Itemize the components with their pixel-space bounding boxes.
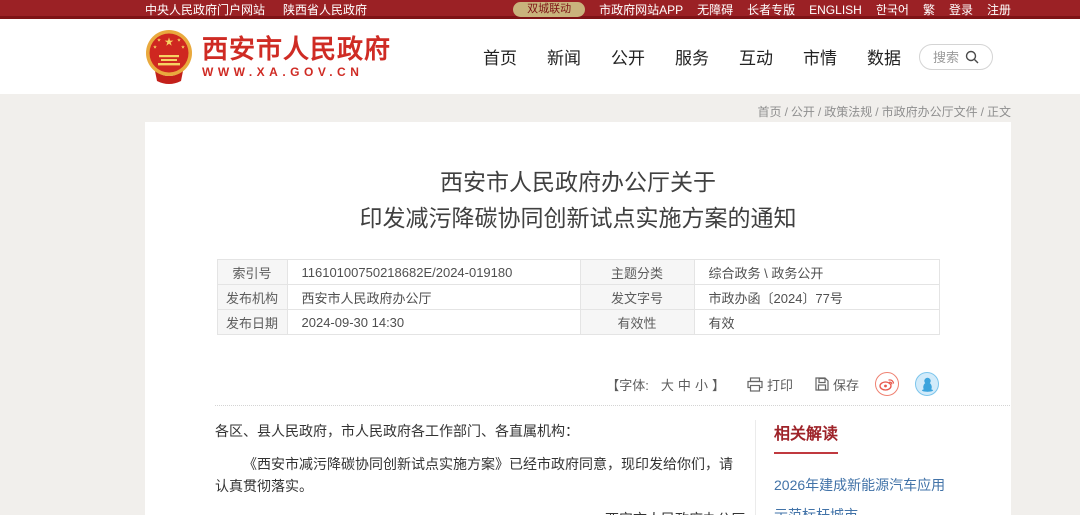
table-row: 发布机构 西安市人民政府办公厅 发文字号 市政办函〔2024〕77号 [217, 285, 939, 310]
nav-home[interactable]: 首页 [483, 44, 517, 69]
breadcrumb-separator: / [818, 105, 821, 119]
breadcrumb-separator: / [785, 105, 788, 119]
gov-app-link[interactable]: 市政府网站APP [599, 1, 683, 18]
toolbar-divider [215, 405, 1010, 406]
document-meta-table: 索引号 11610100750218682E/2024-019180 主题分类 … [217, 259, 940, 335]
meta-value-category: 综合政务 \ 政务公开 [694, 260, 939, 285]
breadcrumb-separator: / [875, 105, 878, 119]
dual-city-pill[interactable]: 双城联动 [513, 2, 585, 17]
meta-label-validity: 有效性 [580, 310, 694, 335]
search-label: 搜索 [933, 47, 959, 66]
nav-disclosure[interactable]: 公开 [611, 44, 645, 69]
share-qq-button[interactable] [915, 372, 939, 396]
related-article-link[interactable]: 2026年建成新能源汽车应用示范标杆城市 [774, 470, 956, 515]
font-size-large-button[interactable]: 大 [661, 375, 674, 394]
meta-label-issuer: 发布机构 [217, 285, 287, 310]
meta-value-issuer: 西安市人民政府办公厅 [287, 285, 580, 310]
english-link[interactable]: ENGLISH [809, 3, 862, 17]
printer-icon [747, 377, 763, 392]
meta-label-category: 主题分类 [580, 260, 694, 285]
article-card: 西安市人民政府办公厅关于 印发减污降碳协同创新试点实施方案的通知 索引号 116… [145, 122, 1011, 515]
nav-news[interactable]: 新闻 [547, 44, 581, 69]
meta-label-pub-date: 发布日期 [217, 310, 287, 335]
font-size-medium-button[interactable]: 中 [678, 375, 691, 394]
breadcrumb-current: 正文 [987, 105, 1011, 119]
site-url: WWW.XA.GOV.CN [202, 65, 391, 79]
font-size-small-button[interactable]: 小 [695, 375, 708, 394]
document-body: 各区、县人民政府，市人民政府各工作部门、各直属机构： 《西安市减污降碳协同创新试… [215, 420, 745, 515]
nav-city-info[interactable]: 市情 [803, 44, 837, 69]
page-title: 西安市人民政府办公厅关于 印发减污降碳协同创新试点实施方案的通知 [145, 164, 1011, 236]
senior-version-link[interactable]: 长者专版 [747, 1, 795, 18]
article-toolbar: 【字体: 大 中 小 】 打印 [217, 372, 939, 396]
related-reading-underline [774, 452, 838, 454]
register-link[interactable]: 注册 [987, 1, 1011, 18]
meta-value-validity: 有效 [694, 310, 939, 335]
table-row: 索引号 11610100750218682E/2024-019180 主题分类 … [217, 260, 939, 285]
salutation-text: 各区、县人民政府，市人民政府各工作部门、各直属机构： [215, 420, 745, 442]
meta-label-doc-number: 发文字号 [580, 285, 694, 310]
save-icon [815, 377, 829, 391]
central-gov-link[interactable]: 中央人民政府门户网站 [145, 1, 265, 18]
login-link[interactable]: 登录 [949, 1, 973, 18]
share-weibo-button[interactable] [875, 372, 899, 396]
breadcrumb-disclosure[interactable]: 公开 [791, 105, 815, 119]
site-name: 西安市人民政府 [202, 35, 391, 63]
signature-org: 西安市人民政府办公厅 [215, 508, 745, 515]
search-box[interactable]: 搜索 [919, 44, 993, 70]
traditional-chinese-link[interactable]: 繁 [923, 1, 935, 18]
main-nav: 首页 新闻 公开 服务 互动 市情 数据 [483, 44, 901, 69]
save-button[interactable]: 保存 [815, 375, 859, 394]
font-size-prefix: 【字体: [606, 375, 649, 394]
site-logo[interactable]: 西安市人民政府 WWW.XA.GOV.CN [145, 29, 391, 85]
qq-penguin-icon [921, 377, 934, 392]
breadcrumb-office-docs[interactable]: 市政府办公厅文件 [882, 105, 978, 119]
meta-value-pub-date: 2024-09-30 14:30 [287, 310, 580, 335]
national-emblem-icon [145, 29, 193, 85]
meta-value-doc-number: 市政办函〔2024〕77号 [694, 285, 939, 310]
breadcrumb-separator: / [981, 105, 984, 119]
weibo-icon [879, 377, 895, 391]
nav-data[interactable]: 数据 [867, 44, 901, 69]
top-utility-bar: 中央人民政府门户网站 陕西省人民政府 双城联动 市政府网站APP 无障碍 长者专… [0, 0, 1080, 19]
utility-links: 双城联动 市政府网站APP 无障碍 长者专版 ENGLISH 한국어 繁 登录 … [513, 1, 1011, 18]
gov-links: 中央人民政府门户网站 陕西省人民政府 [145, 1, 367, 18]
print-label: 打印 [767, 375, 793, 394]
accessibility-link[interactable]: 无障碍 [697, 1, 733, 18]
title-line-1: 西安市人民政府办公厅关于 [145, 164, 1011, 200]
breadcrumb-policies[interactable]: 政策法规 [824, 105, 872, 119]
shaanxi-gov-link[interactable]: 陕西省人民政府 [283, 1, 367, 18]
logo-text: 西安市人民政府 WWW.XA.GOV.CN [202, 35, 391, 79]
table-row: 发布日期 2024-09-30 14:30 有效性 有效 [217, 310, 939, 335]
korean-link[interactable]: 한국어 [876, 1, 909, 18]
related-reading-panel: 相关解读 2026年建成新能源汽车应用示范标杆城市 [756, 420, 1001, 515]
print-button[interactable]: 打印 [747, 375, 793, 394]
breadcrumb: 首页/公开/政策法规/市政府办公厅文件/正文 [145, 94, 1011, 122]
title-line-2: 印发减污降碳协同创新试点实施方案的通知 [145, 200, 1011, 236]
save-label: 保存 [833, 375, 859, 394]
font-size-suffix: 】 [712, 375, 725, 394]
meta-value-index: 11610100750218682E/2024-019180 [287, 260, 580, 285]
body-paragraph: 《西安市减污降碳协同创新试点实施方案》已经市政府同意，现印发给你们，请认真贯彻落… [215, 453, 745, 497]
site-header: 西安市人民政府 WWW.XA.GOV.CN 首页 新闻 公开 服务 互动 市情 … [0, 19, 1080, 94]
nav-interaction[interactable]: 互动 [739, 44, 773, 69]
breadcrumb-home[interactable]: 首页 [758, 105, 782, 119]
nav-services[interactable]: 服务 [675, 44, 709, 69]
search-icon [965, 50, 979, 64]
meta-label-index: 索引号 [217, 260, 287, 285]
related-reading-title: 相关解读 [774, 420, 1001, 444]
